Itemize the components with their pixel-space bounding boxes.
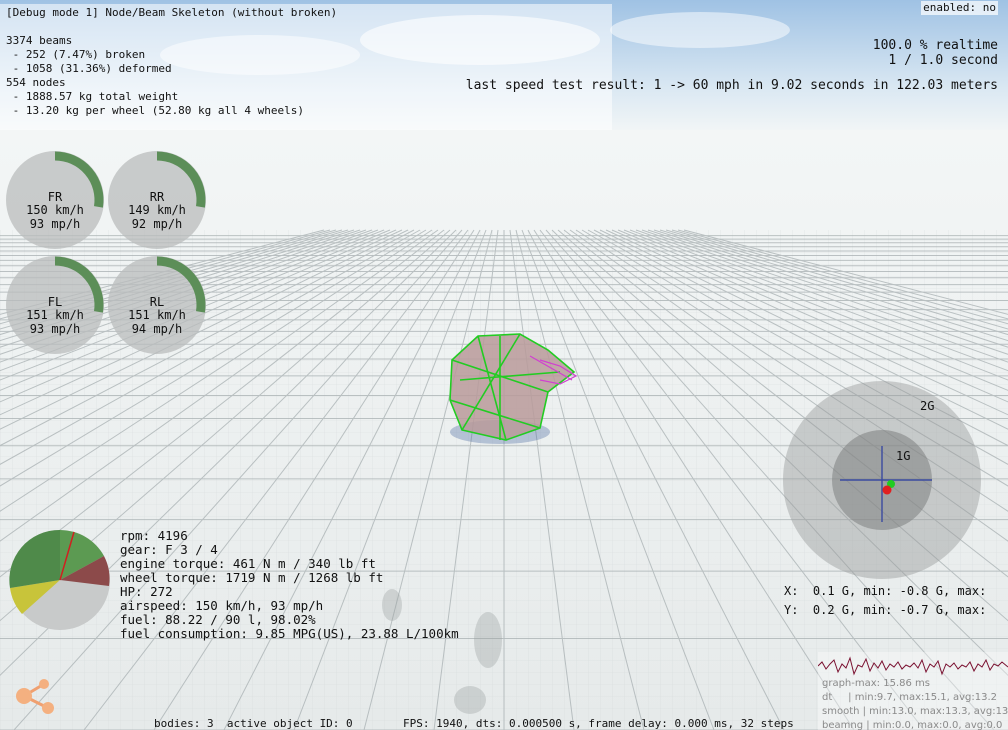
rpm-readout: rpm: 4196	[120, 528, 188, 543]
airspeed-readout: airspeed: 150 km/h, 93 mp/h	[120, 598, 324, 613]
realtime-readout: 100.0 % realtime	[872, 38, 998, 53]
wheel-mph: 93 mp/h	[29, 217, 81, 231]
wheel-label: RL	[149, 295, 165, 309]
wheel-mph: 93 mp/h	[29, 322, 81, 336]
graph-beamng-stats: beamng | min:0.0, max:0.0, avg:0.0	[822, 720, 1003, 730]
speed-test-result: last speed test result: 1 -> 60 mph in 9…	[465, 78, 998, 93]
hp-readout: HP: 272	[120, 584, 173, 599]
wheel-gauge-rl: RL 151 km/h 94 mp/h	[107, 255, 207, 355]
wheel-gauge-fl: FL 151 km/h 93 mp/h	[5, 255, 105, 355]
engine-power-pie	[9, 529, 110, 630]
g-meter-2g-label: 2G	[920, 399, 935, 413]
debug-line: 554 nodes	[6, 76, 66, 89]
wheel-kmh: 151 km/h	[26, 308, 84, 322]
enabled-status: enabled: no	[921, 1, 998, 15]
beamng-logo-icon	[16, 679, 54, 714]
debug-line: - 13.20 kg per wheel (52.80 kg all 4 whe…	[6, 104, 305, 117]
g-force-meter	[783, 381, 981, 579]
wheel-label: RR	[149, 190, 165, 204]
wheel-kmh: 151 km/h	[128, 308, 186, 322]
time-scale-readout: 1 / 1.0 second	[888, 53, 998, 68]
graph-smooth-stats: smooth | min:13.0, max:13.3, avg:13.2	[822, 706, 1008, 717]
wheel-label: FR	[47, 190, 63, 204]
fuel-readout: fuel: 88.22 / 90 l, 98.02%	[120, 612, 316, 627]
wheel-kmh: 149 km/h	[128, 203, 186, 217]
g-force-x-readout: X: 0.1 G, min: -0.8 G, max:	[784, 584, 987, 598]
debug-line: 3374 beams	[6, 34, 73, 47]
graph-max-label: graph-max: 15.86 ms	[822, 678, 930, 689]
wheel-gauge-fr: FR 150 km/h 93 mp/h	[5, 150, 105, 250]
engine-torque-readout: engine torque: 461 N m / 340 lb ft	[120, 556, 376, 571]
graph-dt-stats: dt | min:9.7, max:15.1, avg:13.2	[822, 692, 998, 703]
debug-line: - 1888.57 kg total weight	[6, 90, 179, 103]
wheel-mph: 92 mp/h	[131, 217, 183, 231]
performance-graph: graph-max: 15.86 ms dt | min:9.7, max:15…	[818, 652, 1008, 730]
debug-line: - 252 (7.47%) broken	[6, 48, 146, 61]
wheel-mph: 94 mp/h	[131, 322, 183, 336]
fps-status: FPS: 1940, dts: 0.000500 s, frame delay:…	[403, 717, 794, 730]
debug-title: [Debug mode 1] Node/Beam Skeleton (witho…	[6, 6, 338, 19]
g-meter-1g-label: 1G	[896, 449, 911, 463]
gear-readout: gear: F 3 / 4	[120, 542, 218, 557]
g-force-y-readout: Y: 0.2 G, min: -0.7 G, max:	[784, 603, 987, 617]
wheel-label: FL	[47, 295, 63, 309]
wheel-torque-readout: wheel torque: 1719 N m / 1268 lb ft	[120, 570, 384, 585]
bodies-status: bodies: 3 active object ID: 0	[154, 717, 353, 730]
wheel-gauge-rr: RR 149 km/h 92 mp/h	[107, 150, 207, 250]
fuel-consumption-readout: fuel consumption: 9.85 MPG(US), 23.88 L/…	[120, 626, 459, 641]
debug-line: - 1058 (31.36%) deformed	[6, 62, 172, 75]
wheel-kmh: 150 km/h	[26, 203, 84, 217]
